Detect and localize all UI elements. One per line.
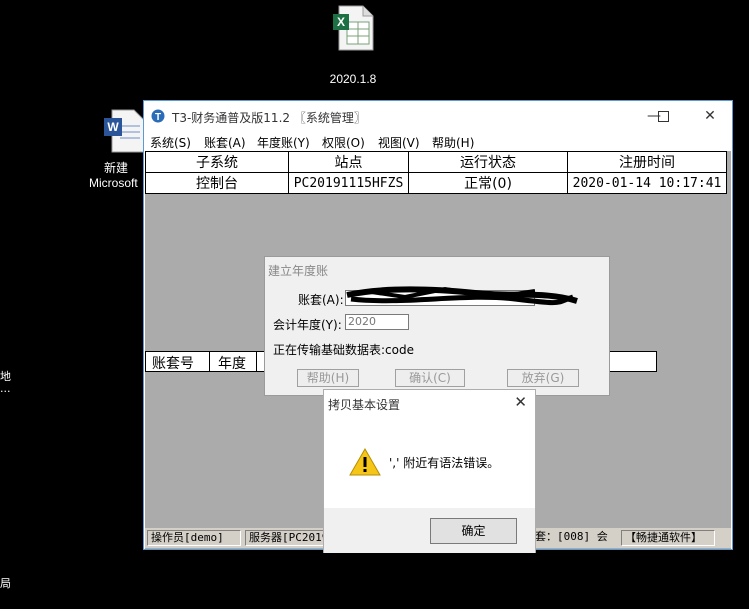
column-header-time: 注册时间 xyxy=(567,151,727,173)
maximize-button[interactable] xyxy=(641,103,685,129)
ok-button[interactable]: 确定 xyxy=(430,518,517,544)
close-button[interactable]: ✕ xyxy=(688,103,732,129)
status-account: 套：[008] 会 xyxy=(535,530,608,543)
menu-permission[interactable]: 权限(O) xyxy=(322,134,365,151)
redaction-scribble xyxy=(346,286,578,306)
app-icon: T xyxy=(151,109,165,123)
table-header-row: 子系统 站点 运行状态 注册时间 xyxy=(145,151,727,173)
dialog-title: 拷贝基本设置 xyxy=(328,398,401,412)
dialog-footer: 确定 xyxy=(324,508,535,553)
table-cell: PC20191115HFZS xyxy=(288,172,409,194)
menu-bar: 系统(S) 账套(A) 年度账(Y) 权限(O) 视图(V) 帮助(H) xyxy=(144,131,732,151)
year-label: 会计年度(Y): xyxy=(273,318,342,332)
excel-file-label: 2020.1.8 xyxy=(329,72,377,86)
column-header-status: 运行状态 xyxy=(408,151,568,173)
menu-account[interactable]: 账套(A) xyxy=(204,134,246,151)
table-cell: 正常(0) xyxy=(408,172,568,194)
dialog-title: 建立年度账 xyxy=(268,264,329,278)
svg-text:X: X xyxy=(337,15,345,29)
menu-year-account[interactable]: 年度账(Y) xyxy=(257,134,310,151)
svg-text:T: T xyxy=(155,112,161,123)
subsystem-table: 子系统 站点 运行状态 注册时间 控制台 PC20191115HFZS 正常(0… xyxy=(145,151,727,194)
error-message: ',' 附近有语法错误。 xyxy=(389,456,500,470)
menu-system[interactable]: 系统(S) xyxy=(150,134,191,151)
close-icon[interactable]: ✕ xyxy=(514,393,527,411)
column-header-year: 年度 xyxy=(218,356,246,372)
create-year-account-dialog: 建立年度账 账套(A): 会计年度(Y): 2020 正在传输基础数据表:cod… xyxy=(264,256,610,396)
window-title: T3-财务通普及版11.2 〖系统管理〗 xyxy=(172,111,366,125)
table-cell: 控制台 xyxy=(145,172,289,194)
status-server: 服务器[PC2019 xyxy=(245,530,325,546)
account-label: 账套(A): xyxy=(298,293,344,307)
status-brand: 【畅捷通软件】 xyxy=(621,530,715,546)
word-file-label-line2: Microsoft xyxy=(89,176,138,190)
table-row[interactable]: 控制台 PC20191115HFZS 正常(0) 2020-01-14 10:1… xyxy=(145,172,727,194)
title-bar[interactable]: T T3-财务通普及版11.2 〖系统管理〗 — ✕ xyxy=(144,101,732,131)
column-header-site: 站点 xyxy=(288,151,409,173)
close-icon: ✕ xyxy=(704,108,716,124)
copy-settings-dialog: 拷贝基本设置 ✕ ',' 附近有语法错误。 确定 xyxy=(323,389,536,553)
warning-icon xyxy=(349,448,381,476)
svg-text:W: W xyxy=(107,120,119,134)
desktop-label-fragment: 局 xyxy=(0,577,11,590)
status-operator: 操作员[demo] xyxy=(147,530,241,546)
menu-help[interactable]: 帮助(H) xyxy=(432,134,474,151)
excel-file-icon[interactable]: X xyxy=(331,4,375,52)
help-button[interactable]: 帮助(H) xyxy=(297,369,359,387)
progress-text: 正在传输基础数据表:code xyxy=(273,343,414,357)
table-cell: 2020-01-14 10:17:41 xyxy=(567,172,727,194)
column-header-subsystem: 子系统 xyxy=(145,151,289,173)
word-file-label-line1: 新建 xyxy=(104,161,129,175)
year-field[interactable]: 2020 xyxy=(345,314,409,330)
menu-view[interactable]: 视图(V) xyxy=(378,134,420,151)
word-file-icon[interactable]: W xyxy=(102,108,146,154)
column-header-account-no: 账套号 xyxy=(152,356,194,372)
cancel-button[interactable]: 放弃(G) xyxy=(507,369,579,387)
confirm-button[interactable]: 确认(C) xyxy=(395,369,465,387)
desktop-label-fragment: ... xyxy=(0,382,11,395)
maximize-icon xyxy=(657,110,669,122)
